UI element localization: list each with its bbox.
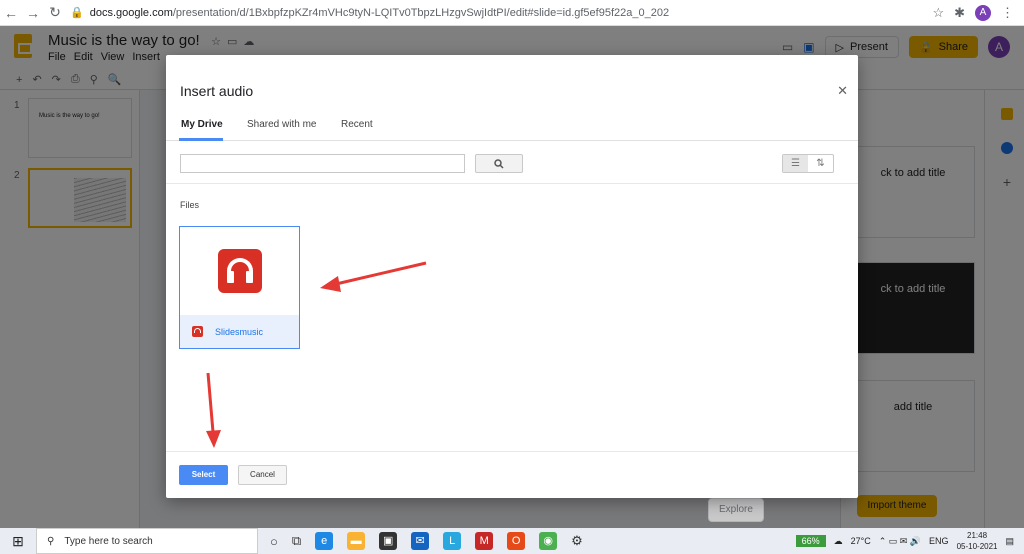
taskbar: ⊞ ⚲ Type here to search ○ ⧉ e ▬ ▣ ✉ L M …	[0, 528, 1024, 554]
file-preview	[180, 227, 299, 315]
taskbar-apps: ○ ⧉ e ▬ ▣ ✉ L M O ◉ ⚙	[270, 532, 583, 550]
files-section-label: Files	[180, 200, 200, 210]
notifications-icon[interactable]: ▤	[1005, 536, 1014, 547]
lock-icon: 🔒	[70, 7, 84, 19]
weather-icon[interactable]: ☁	[834, 536, 843, 547]
tray-icons[interactable]: ⌃ ▭ ✉ 🔊	[879, 536, 921, 547]
dialog-tabs: My Drive Shared with me Recent	[166, 111, 858, 141]
view-toggle: ☰ ⇅	[782, 154, 834, 173]
explore-button[interactable]: Explore	[708, 498, 764, 522]
dialog-title: Insert audio	[180, 83, 254, 99]
task-view-icon[interactable]: ⧉	[292, 533, 301, 549]
headphones-icon	[217, 249, 262, 293]
reload-icon[interactable]: ↻	[44, 4, 66, 21]
clock[interactable]: 21:48 05-10-2021	[957, 530, 998, 552]
browser-toolbar: ← → ↻ 🔒 docs.google.com/presentation/d/1…	[0, 0, 1024, 26]
language-indicator[interactable]: ENG	[929, 536, 949, 546]
headphones-icon	[192, 326, 203, 337]
active-tab-indicator	[179, 138, 223, 141]
edge-icon[interactable]: e	[315, 532, 334, 550]
battery-indicator[interactable]: 66%	[795, 535, 826, 547]
mcafee-icon[interactable]: M	[475, 532, 494, 550]
forward-icon[interactable]: →	[22, 5, 44, 21]
footer-divider	[166, 451, 858, 452]
insert-audio-dialog: Insert audio ✕ My Drive Shared with me R…	[166, 55, 858, 498]
tab-shared-with-me[interactable]: Shared with me	[247, 119, 316, 130]
bookmark-star-icon[interactable]: ☆	[932, 5, 944, 21]
menu-icon[interactable]: ⋮	[1001, 5, 1014, 21]
cancel-button[interactable]: Cancel	[238, 465, 287, 485]
settings-icon[interactable]: ⚙	[571, 533, 583, 549]
windows-start-icon[interactable]: ⊞	[0, 533, 36, 550]
l-app-icon[interactable]: L	[443, 532, 462, 550]
office-icon[interactable]: O	[507, 532, 526, 550]
search-icon: ⚲	[47, 535, 55, 547]
profile-avatar[interactable]: A	[975, 4, 991, 21]
clock-date: 05-10-2021	[956, 542, 998, 551]
select-button[interactable]: Select	[179, 465, 228, 485]
tab-my-drive[interactable]: My Drive	[181, 119, 223, 130]
file-explorer-icon[interactable]: ▬	[347, 532, 366, 550]
close-icon[interactable]: ✕	[837, 83, 848, 99]
cortana-icon[interactable]: ○	[270, 534, 278, 549]
list-view-icon[interactable]: ☰	[783, 155, 808, 172]
clock-time: 21:48	[967, 531, 988, 540]
search-button[interactable]	[475, 154, 523, 173]
sort-icon[interactable]: ⇅	[808, 155, 833, 172]
store-icon[interactable]: ▣	[379, 532, 398, 550]
back-icon[interactable]: ←	[0, 5, 22, 21]
extensions-icon[interactable]: ✱	[954, 5, 965, 21]
taskbar-search[interactable]: ⚲ Type here to search	[36, 528, 258, 554]
divider	[166, 183, 858, 184]
mail-icon[interactable]: ✉	[411, 532, 430, 550]
tab-recent[interactable]: Recent	[341, 119, 373, 130]
file-meta: Slidesmusic	[180, 315, 299, 348]
system-tray: 66% ☁ 27°C ⌃ ▭ ✉ 🔊 ENG 21:48 05-10-2021 …	[795, 528, 1014, 554]
url-path: /presentation/d/1BxbpfzpKZr4mVHc9tyN-LQI…	[172, 6, 670, 19]
chrome-icon[interactable]: ◉	[539, 532, 558, 550]
address-bar[interactable]: 🔒 docs.google.com/presentation/d/1Bxbpfz…	[70, 3, 932, 23]
search-icon	[494, 159, 504, 169]
search-input[interactable]	[180, 154, 465, 173]
url-host: docs.google.com	[89, 6, 173, 19]
file-name: Slidesmusic	[215, 326, 264, 337]
file-card-slidesmusic[interactable]: Slidesmusic	[179, 226, 300, 349]
taskbar-search-placeholder: Type here to search	[64, 535, 153, 547]
weather-temp[interactable]: 27°C	[851, 536, 871, 546]
